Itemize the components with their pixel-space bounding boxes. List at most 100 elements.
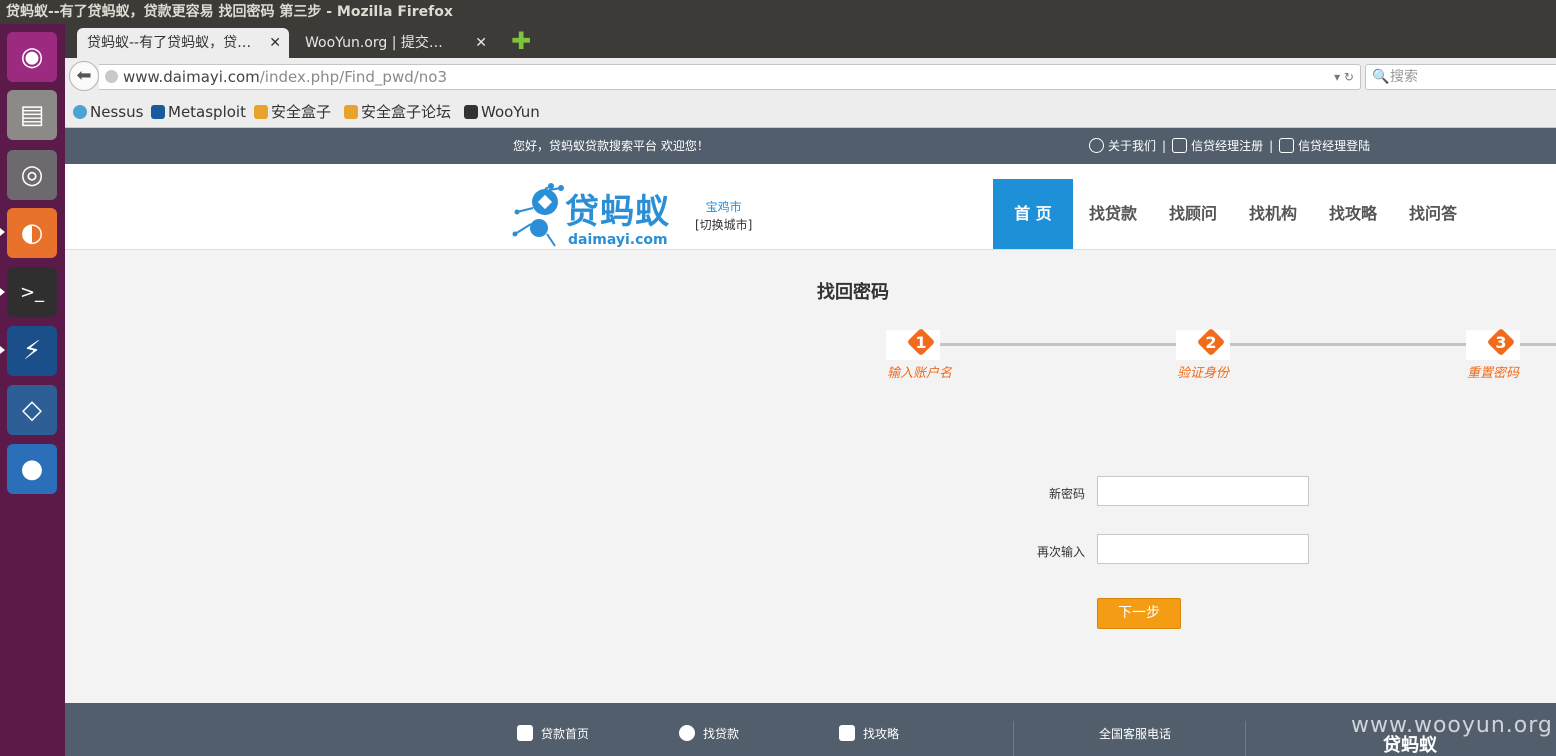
- nessus-icon: [73, 105, 87, 119]
- running-indicator: [0, 288, 5, 296]
- footer-link-label: 找贷款: [703, 727, 740, 741]
- step-label: 重置密码: [1467, 366, 1520, 381]
- search-icon: 🔍: [1372, 69, 1390, 85]
- step-label: 输入账户名: [887, 366, 953, 381]
- link-label: 关于我们: [1108, 139, 1157, 153]
- nav-find-advisor[interactable]: 找顾问: [1153, 179, 1233, 249]
- nav-find-qa[interactable]: 找问答: [1393, 179, 1473, 249]
- separator: |: [1162, 139, 1167, 153]
- step-number: 1: [915, 333, 927, 352]
- terminal-icon[interactable]: >_: [7, 267, 57, 317]
- step-connector: [1226, 343, 1466, 346]
- yen-icon: [679, 725, 695, 741]
- logo-domain: daimayi.com: [568, 232, 668, 248]
- footer-link-label: 找攻略: [863, 727, 900, 741]
- next-step-button[interactable]: 下一步: [1097, 598, 1181, 629]
- anquanhezi-icon: [254, 105, 268, 119]
- page-title: 找回密码: [817, 282, 889, 303]
- search-input[interactable]: 🔍 搜索: [1365, 64, 1556, 90]
- bookmark-anquanhezi[interactable]: 安全盒子: [254, 102, 331, 122]
- reload-icon[interactable]: ▾ ↻: [1334, 65, 1354, 89]
- site-logo[interactable]: 贷蚂蚁 daimayi.com: [511, 178, 676, 248]
- footer-link-guide[interactable]: 找攻略: [839, 725, 899, 742]
- tab-label: 贷蚂蚁--有了贷蚂蚁，贷…: [87, 35, 252, 51]
- city-switch-link[interactable]: [切换城市]: [695, 216, 752, 234]
- wooyun-icon: [464, 105, 478, 119]
- confirm-password-label: 再次输入: [1036, 545, 1085, 559]
- ubuntu-dash-icon[interactable]: ◉: [7, 32, 57, 82]
- step-number: 3: [1495, 333, 1507, 352]
- bookmark-anquanhezi-forum[interactable]: 安全盒子论坛: [344, 102, 451, 122]
- footer-link-home[interactable]: 贷款首页: [517, 725, 589, 742]
- nav-find-loan[interactable]: 找贷款: [1073, 179, 1153, 249]
- window-title: 贷蚂蚁--有了贷蚂蚁，贷款更容易 找回密码 第三步 - Mozilla Fire…: [0, 0, 1556, 24]
- anquanhezi-icon: [344, 105, 358, 119]
- tab-wooyun[interactable]: WooYun.org | 提交… ✕: [295, 28, 495, 58]
- site-top-strip: 您好，贷蚂蚁贷款搜索平台 欢迎您！ 关于我们 | 信贷经理注册 | 信贷经理登陆: [65, 128, 1556, 164]
- nav-home[interactable]: 首 页: [993, 179, 1073, 249]
- nav-find-guide[interactable]: 找攻略: [1313, 179, 1393, 249]
- hotline-label: 全国客服电话: [1099, 727, 1172, 741]
- step-number: 2: [1205, 333, 1217, 352]
- url-bar[interactable]: www.daimayi.com/index.php/Find_pwd/no3 ▾…: [99, 64, 1361, 90]
- qq-icon[interactable]: ●: [7, 444, 57, 494]
- new-password-field[interactable]: [1097, 476, 1309, 506]
- divider: [1245, 721, 1246, 756]
- bookmark-label: Nessus: [90, 103, 144, 121]
- separator: |: [1269, 139, 1274, 153]
- bookmark-label: WooYun: [481, 103, 540, 121]
- logo-text: 贷蚂蚁: [565, 192, 670, 232]
- tab-daimayi[interactable]: 贷蚂蚁--有了贷蚂蚁，贷… ✕: [77, 28, 289, 58]
- user-icon: [1089, 138, 1104, 153]
- new-tab-button[interactable]: ✚: [510, 29, 532, 53]
- step-connector: [1516, 343, 1556, 346]
- footer-link-label: 贷款首页: [541, 727, 590, 741]
- city-name: 宝鸡市: [705, 200, 742, 214]
- welcome-text: 您好，贷蚂蚁贷款搜索平台 欢迎您！: [513, 139, 709, 153]
- link-label: 信贷经理注册: [1191, 139, 1264, 153]
- url-host: www.daimayi.com: [123, 68, 260, 86]
- tab-bar: 贷蚂蚁--有了贷蚂蚁，贷… ✕ WooYun.org | 提交… ✕ ✚: [65, 24, 1556, 58]
- divider: [1013, 721, 1014, 756]
- tab-label: WooYun.org | 提交…: [305, 35, 443, 51]
- virtualbox-icon[interactable]: ◇: [7, 385, 57, 435]
- site-footer: 贷款首页 找贷款 找攻略 全国客服电话 www.wooyun.org 贷蚂蚁: [65, 703, 1556, 756]
- url-path: /index.php/Find_pwd/no3: [259, 68, 448, 86]
- site-header: 贷蚂蚁 daimayi.com 宝鸡市 [切换城市] 首 页 找贷款 找顾问 找…: [65, 164, 1556, 250]
- bookmark-metasploit[interactable]: Metasploit: [151, 102, 246, 122]
- close-tab-icon[interactable]: ✕: [269, 28, 281, 58]
- confirm-password-field[interactable]: [1097, 534, 1309, 564]
- checkbox-icon: [1172, 138, 1188, 153]
- zap-icon[interactable]: ⚡: [7, 326, 57, 376]
- bookmark-wooyun[interactable]: WooYun: [464, 102, 540, 122]
- watermark: www.wooyun.org: [1351, 713, 1553, 738]
- link-label: 信贷经理登陆: [1298, 139, 1371, 153]
- link-register[interactable]: 信贷经理注册: [1172, 138, 1264, 153]
- top-links: 关于我们 | 信贷经理注册 | 信贷经理登陆: [1089, 128, 1370, 164]
- progress-steps: 1 输入账户名 2 验证身份 3 重置密码: [886, 327, 1556, 388]
- monitor-icon: [1279, 138, 1295, 153]
- footer-link-loan[interactable]: 找贷款: [679, 725, 739, 742]
- chromium-icon[interactable]: ◎: [7, 150, 57, 200]
- desktop: 贷蚂蚁--有了贷蚂蚁，贷款更容易 找回密码 第三步 - Mozilla Fire…: [0, 0, 1556, 756]
- bookmark-label: 安全盒子: [271, 103, 332, 121]
- bookmark-label: 安全盒子论坛: [361, 103, 452, 121]
- nav-find-institution[interactable]: 找机构: [1233, 179, 1313, 249]
- bookmark-label: Metasploit: [168, 103, 246, 121]
- new-password-label: 新密码: [1048, 487, 1085, 501]
- back-button[interactable]: ⬅: [69, 61, 99, 91]
- guide-icon: [839, 725, 855, 741]
- metasploit-icon: [151, 105, 165, 119]
- files-icon[interactable]: ▤: [7, 90, 57, 140]
- link-about[interactable]: 关于我们: [1089, 138, 1157, 153]
- unity-launcher: ◉ ▤ ◎ ◐ >_ ⚡ ◇ ●: [0, 24, 65, 756]
- city-selector[interactable]: 宝鸡市 [切换城市]: [695, 198, 752, 234]
- bookmark-nessus[interactable]: Nessus: [73, 102, 143, 122]
- globe-icon: [105, 70, 118, 83]
- step-label: 验证身份: [1177, 366, 1230, 381]
- search-placeholder: 搜索: [1390, 69, 1418, 85]
- link-login[interactable]: 信贷经理登陆: [1279, 138, 1371, 153]
- firefox-icon[interactable]: ◐: [7, 208, 57, 258]
- running-indicator: [0, 228, 5, 236]
- close-tab-icon[interactable]: ✕: [475, 28, 487, 58]
